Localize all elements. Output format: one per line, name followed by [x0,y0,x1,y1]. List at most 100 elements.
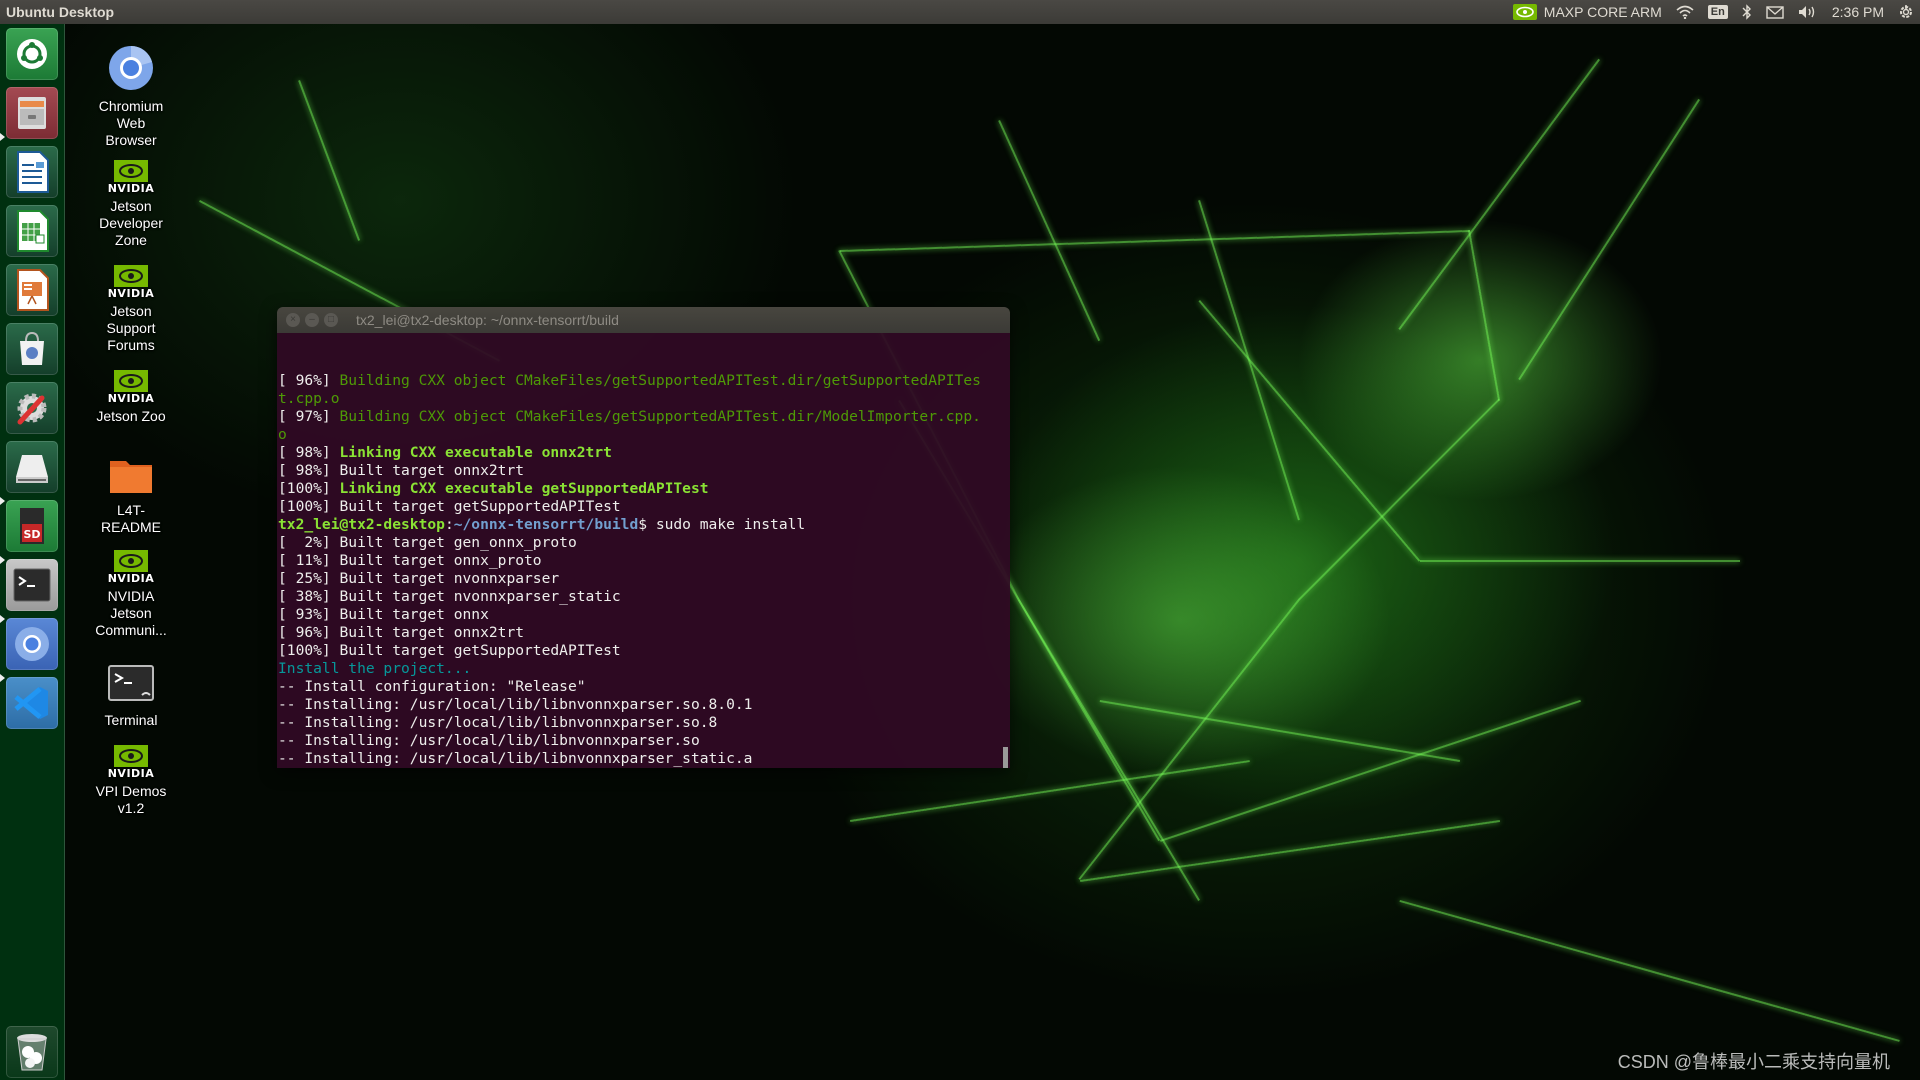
terminal-title: tx2_lei@tx2-desktop: ~/onnx-tensorrt/bui… [356,312,619,328]
prompt-user: tx2_lei@tx2-desktop [278,516,445,533]
volume-icon[interactable] [1798,4,1818,20]
launcher-item-ubuntu-dash[interactable] [6,28,58,80]
nvidia-wordmark: NVIDIA [107,392,155,405]
desktop-icon-chromium-web-browser[interactable]: Chromium Web Browser [76,45,186,149]
terminal-line: o [278,426,1010,444]
desktop-icon-label: L4T- [116,502,145,518]
launcher: SD [0,24,65,1080]
terminal-titlebar[interactable]: × – □ tx2_lei@tx2-desktop: ~/onnx-tensor… [277,307,1010,333]
line-text: -- Installing: /usr/local/lib/libnvonnxp… [278,732,700,749]
launcher-item-libreoffice-impress[interactable] [6,264,58,316]
launcher-item-system-settings[interactable] [6,382,58,434]
top-panel: Ubuntu Desktop MAXP CORE ARM En 2:36 PM [0,0,1920,24]
launcher-item-software-center[interactable] [6,323,58,375]
line-text: -- Installing: /usr/local/lib/libnvonnxp… [278,750,753,767]
wallpaper-filament [1198,300,1420,562]
terminal-scrollbar[interactable] [1003,747,1008,768]
progress-prefix: [ 93%] [278,606,340,623]
desktop-icon-label: Zone [115,232,147,248]
minimize-icon: – [309,314,315,325]
desktop-icon-label: Forums [107,337,155,353]
prompt-path: ~/onnx-tensorrt/build [453,516,639,533]
line-text: t.cpp.o [278,390,340,407]
keyboard-layout-indicator[interactable]: En [1707,5,1728,19]
terminal-line: [ 96%] Built target onnx2trt [278,624,1010,642]
terminal-line: -- Installing: /usr/local/lib/libnvonnxp… [278,714,1010,732]
nvidia-wordmark: NVIDIA [107,767,155,780]
wallpaper-filament [1080,820,1501,882]
launcher-item-terminal[interactable] [6,559,58,611]
launcher-item-files[interactable] [6,87,58,139]
desktop-icon-jetson-zoo[interactable]: NVIDIA Jetson Zoo [76,370,186,425]
desktop-icon-label: Developer [99,215,163,231]
minimize-button[interactable]: – [305,313,319,327]
wallpaper-filament [1298,398,1500,600]
line-text: Built target onnx2trt [339,462,525,479]
vscode-icon [14,687,48,719]
line-text: Built target gen_onnx_proto [339,534,577,551]
command-text: sudo make install [655,516,806,533]
bluetooth-icon[interactable] [1742,4,1752,20]
desktop-icon-jetson-developer-zone[interactable]: NVIDIA Jetson Developer Zone [76,160,186,249]
line-text: Linking CXX executable onnx2trt [339,444,612,461]
launcher-item-chromium[interactable] [6,618,58,670]
terminal-line: [ 98%] Built target onnx2trt [278,462,1010,480]
launcher-item-drive[interactable] [6,441,58,493]
desktop-icon-nvidia-jetson-communi[interactable]: NVIDIA NVIDIA Jetson Communi... [76,550,186,639]
launcher-item-vscode[interactable] [6,677,58,729]
terminal-line: [ 25%] Built target nvonnxparser [278,570,1010,588]
power-mode-indicator[interactable]: MAXP CORE ARM [1512,4,1662,20]
wallpaper-filament [1198,200,1300,521]
impress-presentation-icon [17,269,49,311]
desktop-icon-vpi-demos-v1-2[interactable]: NVIDIA VPI Demos v1.2 [76,745,186,817]
wallpaper-filament [840,230,1471,252]
clock-label: 2:36 PM [1831,4,1884,20]
wallpaper-filament [1420,560,1740,562]
launcher-item-trash[interactable] [6,1026,58,1078]
terminal-line: -- Installing: /usr/local/lib/libnvonnxp… [278,696,1010,714]
line-text: o [278,426,287,443]
terminal-window[interactable]: × – □ tx2_lei@tx2-desktop: ~/onnx-tensor… [277,307,1010,768]
writer-document-icon [17,151,49,193]
chromium-icon [76,45,186,95]
wallpaper-filament [850,760,1251,822]
maximize-button[interactable]: □ [324,313,338,327]
desktop-icon-label: README [101,519,161,535]
power-gear-icon[interactable] [1898,4,1914,20]
close-button[interactable]: × [286,313,300,327]
desktop-icon-jetson-support-forums[interactable]: NVIDIA Jetson Support Forums [76,265,186,354]
nvidia-wordmark: NVIDIA [107,572,155,585]
maximize-icon: □ [327,314,335,325]
progress-prefix: [100%] [278,498,340,515]
nvidia-wordmark: NVIDIA [107,182,155,195]
desktop-icon-label: v1.2 [117,800,145,816]
progress-prefix: [100%] [278,642,340,659]
desktop-icon-label: Communi... [95,622,167,638]
active-window-title: Ubuntu Desktop [6,4,115,20]
mail-icon[interactable] [1766,5,1784,19]
desktop-icon-l4t-readme[interactable]: L4T- README [76,455,186,536]
wifi-icon[interactable] [1676,5,1694,19]
nvidia-wordmark: NVIDIA [107,287,155,300]
progress-prefix: [ 25%] [278,570,340,587]
launcher-item-libreoffice-calc[interactable] [6,205,58,257]
power-mode-label: MAXP CORE ARM [1543,4,1662,20]
terminal-line: [ 93%] Built target onnx [278,606,1010,624]
prompt-separator: : [444,516,454,533]
terminal-icon [76,665,186,709]
terminal-line: [ 38%] Built target nvonnxparser_static [278,588,1010,606]
launcher-item-sd-card[interactable]: SD [6,500,58,552]
desktop-icon-label: Jetson [110,605,152,621]
clock[interactable]: 2:36 PM [1832,4,1884,20]
wallpaper-filament [1099,700,1460,762]
nvidia-logo-icon: NVIDIA [76,550,186,585]
launcher-item-libreoffice-writer[interactable] [6,146,58,198]
terminal-output[interactable]: [ 96%] Building CXX object CMakeFiles/ge… [277,333,1010,768]
terminal-line: [100%] Built target getSupportedAPITest [278,498,1010,516]
line-text: Linking CXX executable getSupportedAPITe… [339,480,709,497]
terminal-line: [100%] Built target getSupportedAPITest [278,642,1010,660]
line-text: -- Installing: /usr/local/lib/libnvonnxp… [278,714,718,731]
file-cabinet-icon [18,97,46,129]
line-text: Built target nvonnxparser_static [339,588,621,605]
desktop-icon-terminal[interactable]: Terminal [76,665,186,729]
